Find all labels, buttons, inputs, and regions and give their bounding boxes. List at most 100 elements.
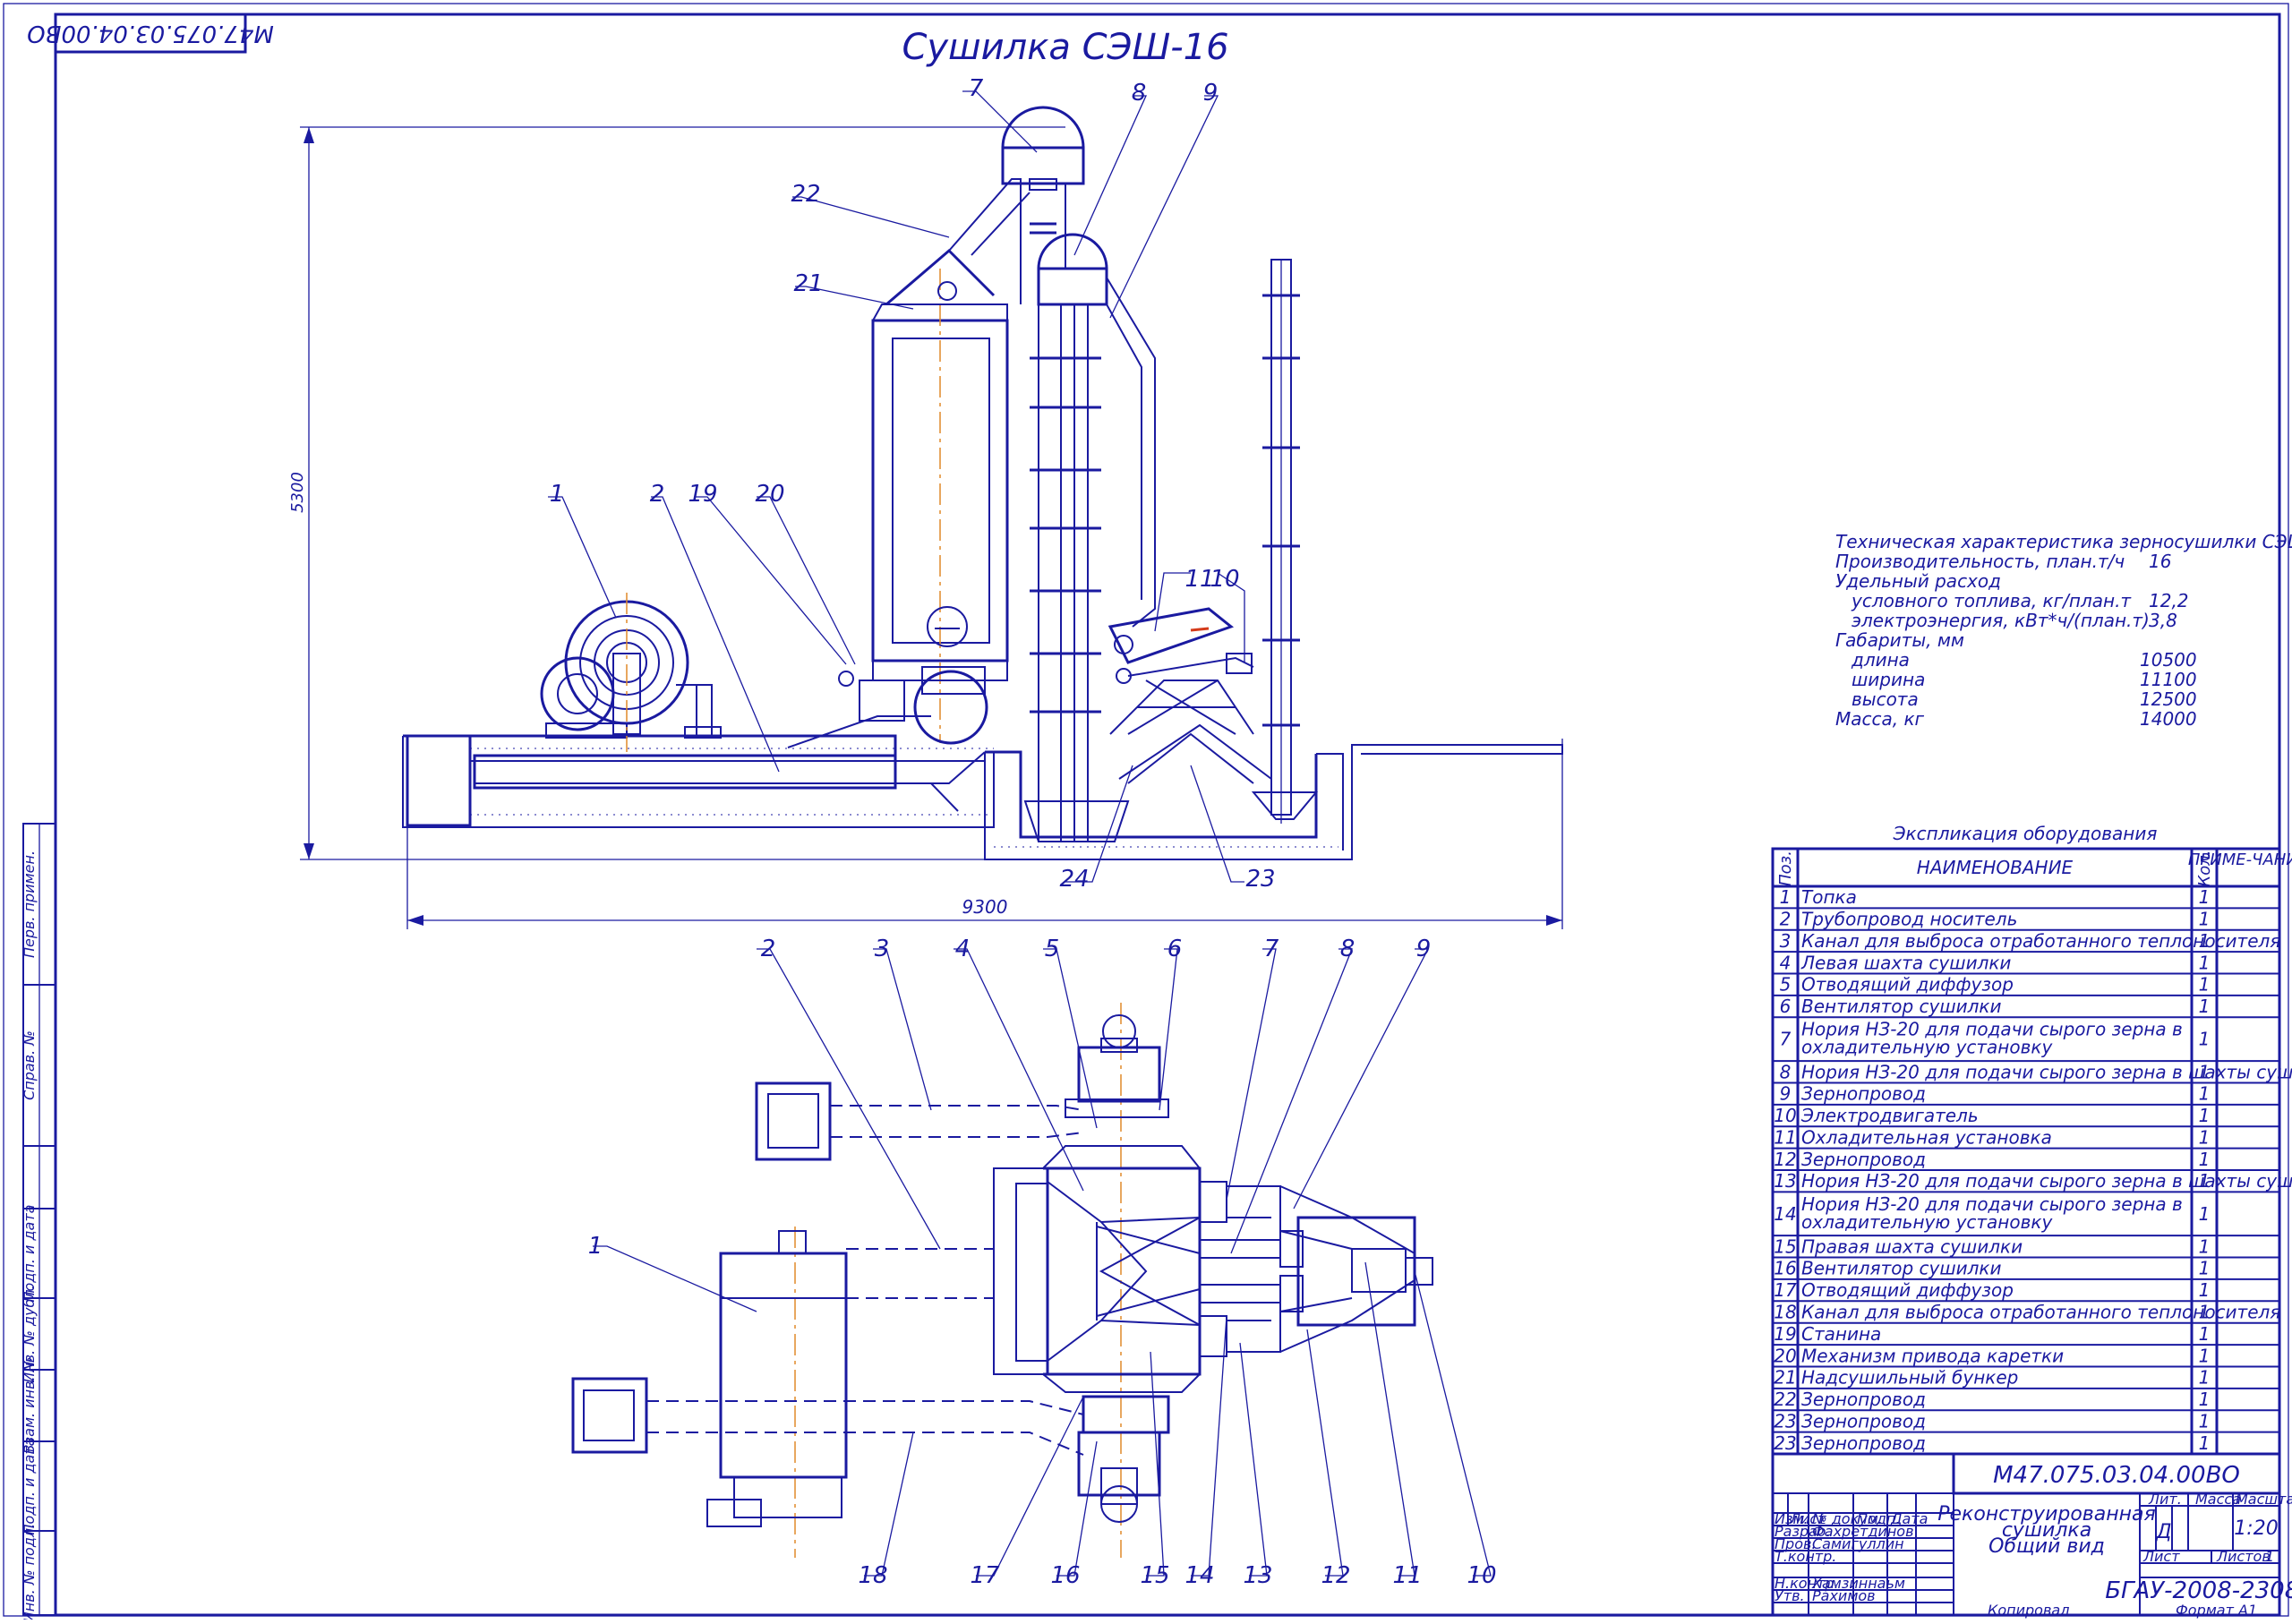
tb-scale-value: 1:20 [2234, 1517, 2278, 1540]
table-row-qty: 1 [2199, 1126, 2211, 1148]
table-row-name: Зернопровод [1801, 1432, 1926, 1454]
spec-label-1: Удельный расход [1835, 570, 2001, 592]
table-row-qty: 1 [2199, 1367, 2211, 1389]
plan-label-9: 9 [1416, 936, 1432, 962]
plan-label-12: 12 [1321, 1562, 1350, 1589]
strip-orig-inv: Инв. № подл. [21, 1524, 38, 1620]
plan-view: 2 3 4 5 6 7 8 9 1 18 17 16 15 14 13 12 1… [571, 936, 1497, 1589]
spec-value-3: 3,8 [2149, 610, 2177, 631]
tb-org: БГАУ-2008-23088 [2105, 1577, 2292, 1604]
side-label-1: 1 [550, 481, 565, 508]
table-row-qty: 1 [2199, 1389, 2211, 1410]
tb-name-appr: Рахимов [1812, 1587, 1876, 1604]
table-row-qty: 1 [2199, 1302, 2211, 1323]
table-row-qty: 1 [2199, 1258, 2211, 1279]
tb-sheets-label: Листов [2216, 1548, 2271, 1565]
table-row-qty: 1 [2199, 909, 2211, 930]
spec-label-2: условного топлива, кг/план.т [1851, 590, 2132, 611]
spec-value-2: 12,2 [2149, 590, 2189, 611]
title-block: М47.075.03.04.00ВО Изм. Лист № докум. По… [1771, 1452, 2292, 1619]
table-row-pos: 15 [1774, 1235, 1796, 1257]
table-row-pos: 22 [1774, 1389, 1796, 1410]
equipment-caption: Экспликация оборудования [1893, 823, 2158, 844]
spec-value-0: 16 [2149, 551, 2171, 572]
table-row-name: Трубопровод носитель [1801, 909, 2017, 930]
table-row-qty: 1 [2199, 1149, 2211, 1170]
table-row-name: Зернопровод [1801, 1083, 1926, 1105]
plan-label-11: 11 [1392, 1562, 1422, 1589]
spec-label-0: Производительность, план.т/ч [1835, 551, 2125, 572]
table-row-pos: 11 [1774, 1126, 1796, 1148]
plan-label-4: 4 [955, 936, 971, 962]
spec-label-7: высота [1852, 688, 1919, 710]
spec-label-3: электроэнергия, кВт*ч/(план.т) [1852, 610, 2150, 631]
equipment-table: Экспликация оборудования Поз. НАИМЕНОВАН… [1771, 823, 2292, 1456]
table-row-qty: 1 [2199, 952, 2211, 973]
plan-label-17: 17 [970, 1562, 1000, 1589]
table-row-qty: 1 [2199, 1083, 2211, 1105]
table-row-name: Топка [1801, 886, 1857, 908]
table-row-pos: 12 [1774, 1149, 1796, 1170]
plan-label-1: 1 [588, 1233, 603, 1260]
side-label-7: 7 [969, 75, 984, 102]
table-row-pos: 17 [1774, 1279, 1797, 1301]
table-row-pos: 8 [1780, 1061, 1792, 1082]
plan-label-6: 6 [1167, 936, 1183, 962]
spec-label-4: Габариты, мм [1835, 629, 1964, 651]
table-row-pos: 5 [1780, 974, 1792, 996]
table-row-name: Станина [1801, 1323, 1881, 1345]
title-block-code: М47.075.03.04.00ВО [1993, 1462, 2240, 1489]
table-row-pos: 7 [1780, 1029, 1792, 1050]
tb-lit-value: Д [2155, 1521, 2171, 1543]
spec-value-8: 14000 [2140, 708, 2197, 730]
table-row-name: Зернопровод [1801, 1410, 1926, 1432]
table-row-qty: 1 [2199, 1029, 2211, 1050]
plan-label-18: 18 [858, 1562, 887, 1589]
table-row-pos: 4 [1780, 952, 1792, 973]
side-view: 5300 9300 1 2 19 20 21 22 7 8 9 11 10 24… [288, 75, 1563, 929]
tb-lit-label: Лит. [2148, 1491, 2182, 1508]
table-row-qty: 1 [2199, 1061, 2211, 1082]
specs-heading: Техническая характеристика зерносушилки … [1835, 531, 2292, 552]
table-row-pos: 14 [1774, 1203, 1796, 1225]
table-row-name: Отводящий диффузор [1801, 974, 2014, 996]
table-row-name: Зернопровод [1801, 1149, 1926, 1170]
plan-label-13: 13 [1243, 1562, 1272, 1589]
spec-label-8: Масса, кг [1835, 708, 1925, 730]
table-row-pos: 20 [1774, 1345, 1796, 1366]
table-row-name: Нория НЗ-20 для подачи сырого зерна в ша… [1801, 1170, 2292, 1192]
table-row-name: Правая шахта сушилки [1801, 1235, 2023, 1257]
table-row-name: Зернопровод [1801, 1389, 1926, 1410]
table-row-pos: 19 [1774, 1323, 1796, 1345]
table-row-pos: 13 [1774, 1170, 1796, 1192]
drawing-sheet: М47.075.03.04.00ВО Перв. примен. Справ. … [0, 0, 2292, 1622]
strip-first-use: Перв. примен. [21, 850, 38, 958]
table-row-qty: 1 [2199, 1432, 2211, 1454]
tb-name-line3: Общий вид [1988, 1535, 2105, 1558]
table-row-pos: 6 [1780, 996, 1792, 1017]
table-row-name: Отводящий диффузор [1801, 1279, 2014, 1301]
side-label-24: 24 [1059, 866, 1089, 893]
table-row-pos: 23 [1774, 1432, 1796, 1454]
dimension-height: 5300 [288, 472, 307, 513]
strip-ref-no: Справ. № [21, 1030, 38, 1100]
tb-copied: Копировал [1988, 1602, 2069, 1619]
table-row-pos: 3 [1780, 930, 1792, 952]
side-label-19: 19 [688, 481, 717, 508]
table-row-pos: 18 [1774, 1302, 1796, 1323]
table-row-pos: 1 [1780, 886, 1792, 908]
col-name: НАИМЕНОВАНИЕ [1917, 857, 2074, 878]
table-row-name: Электродвигатель [1800, 1105, 1979, 1126]
rotated-stamp-code: М47.075.03.04.00ВО [27, 20, 274, 47]
table-row-name: Механизм привода каретки [1801, 1345, 2064, 1366]
plan-label-7: 7 [1264, 936, 1279, 962]
tb-role-tcontr: Т.контр. [1775, 1548, 1836, 1565]
tb-sheet-label: Лист [2142, 1548, 2180, 1565]
spec-value-6: 11100 [2140, 669, 2197, 690]
table-row-qty: 1 [2199, 930, 2211, 952]
table-row-qty: 1 [2199, 1323, 2211, 1345]
plan-label-16: 16 [1050, 1562, 1080, 1589]
side-label-22: 22 [791, 181, 820, 208]
drawing-title: Сушилка СЭШ-16 [902, 27, 1228, 68]
table-row-name: Вентилятор сушилки [1801, 1258, 2002, 1279]
